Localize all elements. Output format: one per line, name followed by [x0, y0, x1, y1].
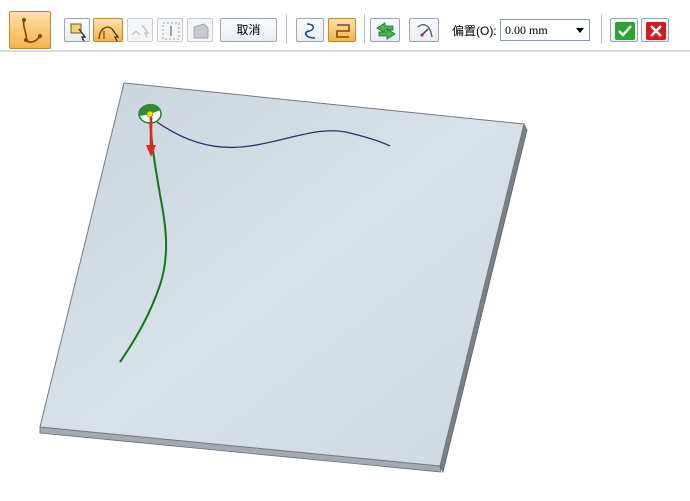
side-step-icon: [417, 24, 433, 38]
chevron-down-icon: [576, 28, 584, 33]
region-select-icon: [193, 23, 209, 39]
plate-top-face[interactable]: [39, 82, 525, 467]
chain-select-button[interactable]: [9, 11, 51, 49]
command-ribbon: 取消 偏置(O): 0.00 mm: [0, 0, 690, 54]
select-box-button[interactable]: [157, 18, 183, 42]
model-viewport[interactable]: [0, 54, 690, 501]
side-step-button[interactable]: [409, 18, 439, 42]
box-select-icon: [162, 22, 180, 40]
curve-select-icon: [98, 26, 120, 42]
select-face-button[interactable]: [64, 18, 90, 42]
open-curve-icon: [304, 23, 316, 39]
select-region-button[interactable]: [187, 18, 213, 42]
select-curve-button[interactable]: [93, 18, 123, 42]
select-two-point-button[interactable]: [127, 18, 153, 42]
offset-dropdown[interactable]: 0.00 mm: [500, 19, 590, 41]
offset-value: 0.00 mm: [505, 23, 548, 37]
flip-direction-button[interactable]: [370, 18, 400, 42]
face-select-icon: [70, 23, 87, 42]
chain-icon: [22, 18, 42, 43]
closed-curve-icon: [336, 24, 350, 38]
curve-mode-open-button[interactable]: [296, 18, 324, 42]
cancel-x-button[interactable]: [641, 18, 669, 42]
plate-body[interactable]: [39, 82, 528, 474]
flip-arrows-icon: [376, 22, 396, 40]
two-point-icon: [131, 24, 150, 38]
offset-label: 偏置(O):: [452, 24, 497, 38]
accept-button[interactable]: [610, 18, 638, 42]
cancel-button[interactable]: 取消: [220, 18, 277, 42]
curve-mode-closed-button[interactable]: [328, 18, 356, 42]
close-icon: [646, 22, 666, 40]
check-icon: [615, 22, 635, 40]
